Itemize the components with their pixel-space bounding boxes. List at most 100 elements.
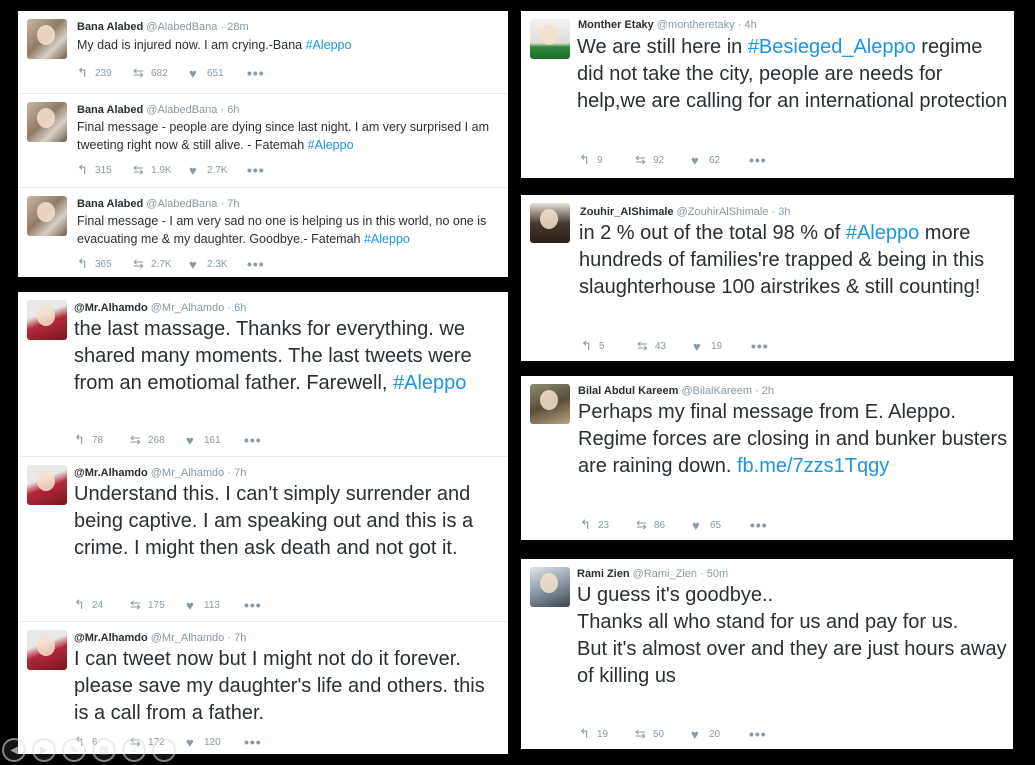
pen-icon[interactable]: ✎ — [62, 738, 86, 762]
tweet-time[interactable]: 7h — [234, 632, 246, 644]
author-name[interactable]: @Mr.Alhamdo — [74, 302, 148, 314]
author-name[interactable]: Bilal Abdul Kareem — [578, 385, 678, 397]
tweet-time[interactable]: 6h — [227, 104, 239, 116]
more-icon[interactable]: ••• — [751, 338, 769, 354]
more-icon[interactable]: ••• — [247, 256, 265, 272]
hashtag-link[interactable]: #Aleppo — [308, 138, 354, 152]
reply-icon[interactable]: ↰ — [579, 726, 597, 742]
author-handle[interactable]: @AlabedBana — [146, 198, 217, 210]
heart-icon[interactable]: ♥ — [186, 735, 204, 750]
tweet[interactable]: Bana Alabed @AlabedBana · 6h Final messa… — [18, 94, 508, 188]
retweet-icon[interactable]: ⇆ — [130, 432, 148, 448]
heart-icon[interactable]: ♥ — [692, 518, 710, 533]
retweet-icon[interactable]: ⇆ — [133, 256, 151, 272]
more-icon[interactable]: ••• — [244, 432, 262, 448]
author-name[interactable]: Rami Zien — [577, 568, 630, 580]
avatar[interactable] — [27, 19, 67, 59]
more-icon[interactable]: ••• — [247, 162, 265, 178]
hashtag-link[interactable]: #Aleppo — [306, 38, 352, 52]
hashtag-link[interactable]: #Aleppo — [393, 372, 466, 394]
author-name[interactable]: @Mr.Alhamdo — [74, 632, 148, 644]
avatar[interactable] — [530, 567, 570, 607]
author-handle[interactable]: @AlabedBana — [146, 104, 217, 116]
tweet-time[interactable]: 3h — [778, 206, 790, 218]
heart-icon[interactable]: ♥ — [186, 598, 204, 613]
tweet-time[interactable]: 2h — [762, 385, 774, 397]
tweet[interactable]: Zouhir_AlShimale @ZouhirAlShimale · 3h i… — [521, 195, 1014, 361]
author-name[interactable]: Bana Alabed — [77, 198, 143, 210]
reply-icon[interactable]: ↰ — [77, 65, 95, 81]
heart-icon[interactable]: ♥ — [189, 257, 207, 272]
more-icon[interactable]: ••• — [750, 517, 768, 533]
author-handle[interactable]: @Rami_Zien — [633, 568, 697, 580]
slides-icon[interactable]: ▦ — [92, 738, 116, 762]
author-name[interactable]: @Mr.Alhamdo — [74, 467, 148, 479]
author-name[interactable]: Bana Alabed — [77, 104, 143, 116]
tweet-time[interactable]: 4h — [744, 19, 756, 31]
retweet-icon[interactable]: ⇆ — [635, 152, 653, 168]
retweet-icon[interactable]: ⇆ — [635, 726, 653, 742]
avatar[interactable] — [530, 203, 570, 243]
author-handle[interactable]: @Mr_Alhamdo — [151, 302, 225, 314]
tweet[interactable]: @Mr.Alhamdo @Mr_Alhamdo · 6h the last ma… — [18, 292, 508, 457]
hashtag-link[interactable]: #Besieged_Aleppo — [748, 36, 916, 58]
author-handle[interactable]: @Mr_Alhamdo — [151, 467, 225, 479]
hashtag-link[interactable]: #Aleppo — [846, 222, 919, 244]
tweet-time[interactable]: 28m — [227, 21, 248, 33]
author-handle[interactable]: @AlabedBana — [146, 21, 217, 33]
more-icon[interactable]: ••• — [749, 726, 767, 742]
tweet[interactable]: Bana Alabed @AlabedBana · 28m My dad is … — [18, 11, 508, 94]
reply-icon[interactable]: ↰ — [77, 162, 95, 178]
heart-icon[interactable]: ♥ — [691, 153, 709, 168]
tweet-time[interactable]: 6h — [234, 302, 246, 314]
tweet-link[interactable]: fb.me/7zzs1Tqgy — [737, 455, 889, 477]
author-name[interactable]: Monther Etaky — [578, 19, 654, 31]
zoom-icon[interactable]: ⌕ — [122, 738, 146, 762]
reply-icon[interactable]: ↰ — [579, 152, 597, 168]
avatar[interactable] — [530, 384, 570, 424]
hashtag-link[interactable]: #Aleppo — [364, 232, 410, 246]
author-handle[interactable]: @BilalKareem — [682, 385, 752, 397]
tweet-time[interactable]: 50m — [707, 568, 728, 580]
avatar[interactable] — [27, 465, 67, 505]
previous-icon[interactable]: ◀ — [2, 738, 26, 762]
tweet-time[interactable]: 7h — [234, 467, 246, 479]
avatar[interactable] — [27, 300, 67, 340]
play-icon[interactable]: ▶ — [32, 738, 56, 762]
more-icon[interactable]: ••• — [749, 152, 767, 168]
reply-icon[interactable]: ↰ — [581, 338, 599, 354]
author-handle[interactable]: @Mr_Alhamdo — [151, 632, 225, 644]
tweet[interactable]: @Mr.Alhamdo @Mr_Alhamdo · 7h Understand … — [18, 457, 508, 622]
heart-icon[interactable]: ♥ — [189, 66, 207, 81]
more-icon[interactable]: ••• — [244, 597, 262, 613]
reply-icon[interactable]: ↰ — [77, 256, 95, 272]
more-icon[interactable]: ••• — [247, 65, 265, 81]
reply-icon[interactable]: ↰ — [74, 597, 92, 613]
author-name[interactable]: Zouhir_AlShimale — [580, 206, 674, 218]
avatar[interactable] — [27, 630, 67, 670]
avatar[interactable] — [27, 102, 67, 142]
more-options-icon[interactable]: ⋯ — [152, 738, 176, 762]
avatar[interactable] — [530, 19, 570, 59]
author-name[interactable]: Bana Alabed — [77, 21, 143, 33]
author-handle[interactable]: @ZouhirAlShimale — [677, 206, 769, 218]
more-icon[interactable]: ••• — [244, 734, 262, 750]
tweet[interactable]: Rami Zien @Rami_Zien · 50m U guess it's … — [521, 559, 1013, 749]
heart-icon[interactable]: ♥ — [693, 339, 711, 354]
retweet-icon[interactable]: ⇆ — [130, 597, 148, 613]
avatar[interactable] — [27, 196, 67, 236]
retweet-icon[interactable]: ⇆ — [133, 65, 151, 81]
tweet[interactable]: Bilal Abdul Kareem @BilalKareem · 2h Per… — [521, 376, 1013, 540]
retweet-icon[interactable]: ⇆ — [637, 338, 655, 354]
tweet[interactable]: Monther Etaky @montheretaky · 4h We are … — [521, 11, 1014, 178]
reply-icon[interactable]: ↰ — [580, 517, 598, 533]
author-handle[interactable]: @montheretaky — [657, 19, 735, 31]
tweet-time[interactable]: 7h — [227, 198, 239, 210]
retweet-icon[interactable]: ⇆ — [636, 517, 654, 533]
reply-icon[interactable]: ↰ — [74, 432, 92, 448]
heart-icon[interactable]: ♥ — [189, 163, 207, 178]
tweet[interactable]: Bana Alabed @AlabedBana · 7h Final messa… — [18, 188, 508, 277]
heart-icon[interactable]: ♥ — [691, 727, 709, 742]
heart-icon[interactable]: ♥ — [186, 433, 204, 448]
retweet-icon[interactable]: ⇆ — [133, 162, 151, 178]
